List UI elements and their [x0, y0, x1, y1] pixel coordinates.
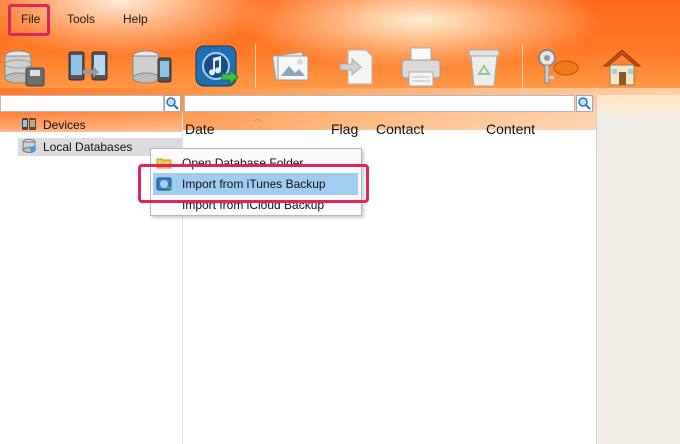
menu-help[interactable]: Help	[123, 12, 148, 26]
column-header-contact[interactable]: Contact	[376, 121, 424, 137]
message-search-input[interactable]	[184, 95, 575, 112]
tree-item-devices[interactable]: Devices	[21, 116, 86, 134]
database-phone-icon[interactable]	[130, 44, 176, 90]
printer-icon[interactable]	[398, 44, 444, 90]
home-icon[interactable]	[600, 44, 646, 90]
toolbar-separator	[255, 44, 256, 88]
key-tag-icon[interactable]	[534, 44, 580, 90]
devices-icon	[21, 116, 37, 135]
tree-item-label: Local Databases	[43, 140, 133, 154]
menu-bar: File Tools Help	[0, 0, 680, 38]
tree-item-label: Devices	[43, 118, 86, 132]
database-backup-icon[interactable]	[2, 44, 48, 90]
menu-tools[interactable]: Tools	[67, 12, 95, 26]
left-search-icon[interactable]	[164, 95, 181, 112]
toolbar	[0, 40, 680, 92]
message-search-icon[interactable]	[576, 95, 593, 112]
phone-transfer-icon[interactable]	[66, 44, 112, 90]
column-header-date[interactable]: Date	[185, 121, 215, 137]
toolbar-separator	[522, 44, 523, 88]
import-itunes-highlight-box	[138, 164, 369, 203]
recycle-bin-icon[interactable]	[462, 44, 508, 90]
picture-icon[interactable]	[268, 44, 314, 90]
column-header-flag[interactable]: Flag	[331, 121, 358, 137]
local-database-icon	[21, 138, 37, 157]
sort-arrow-icon: ︿	[253, 113, 263, 123]
export-document-icon[interactable]	[334, 44, 380, 90]
menu-file[interactable]: File	[21, 12, 40, 26]
detail-panel	[596, 113, 680, 444]
column-header-content[interactable]: Content	[486, 121, 535, 137]
itunes-import-icon[interactable]	[194, 44, 240, 90]
left-search-input[interactable]	[0, 95, 164, 112]
